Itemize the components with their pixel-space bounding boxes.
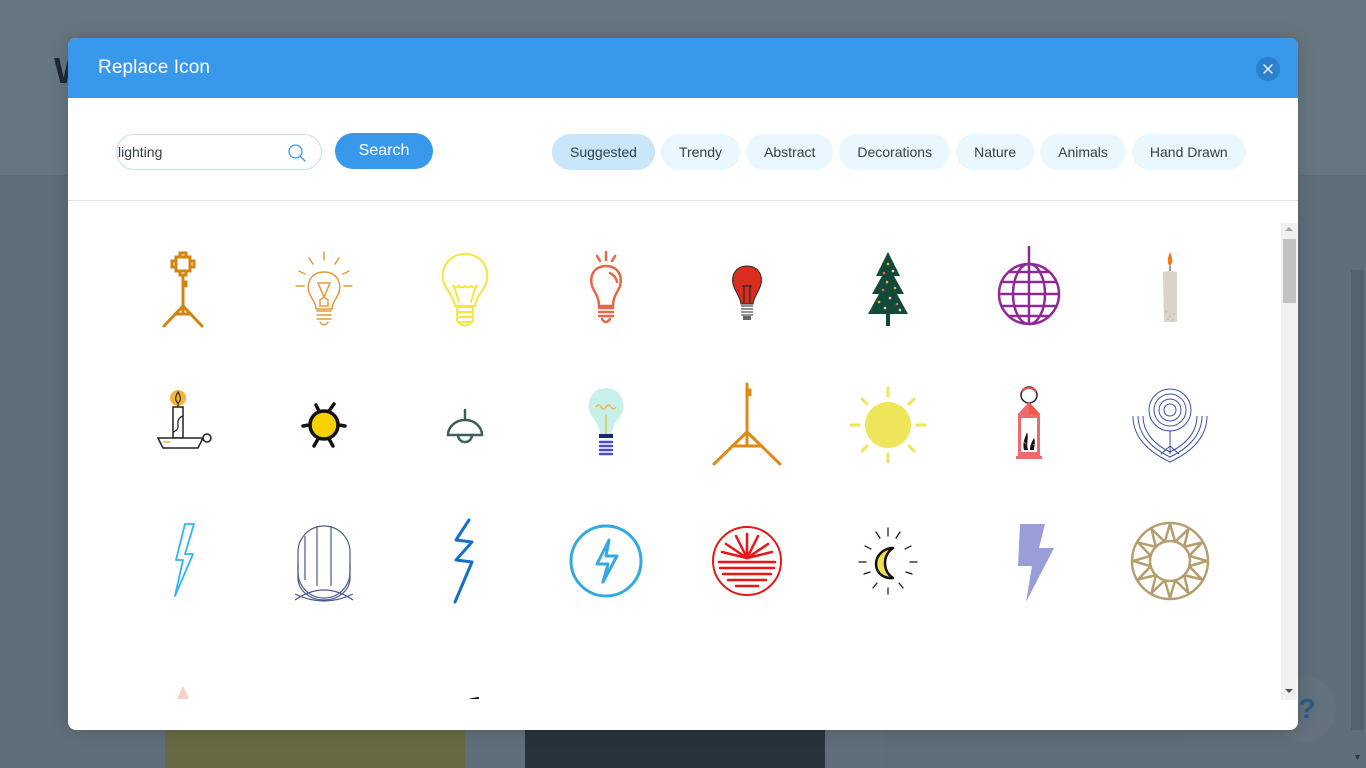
icon-option[interactable] (817, 357, 958, 493)
icon-option[interactable] (394, 629, 535, 699)
category-hand-drawn[interactable]: Hand Drawn (1131, 134, 1246, 170)
christmas-tree-icon (867, 252, 908, 326)
dialog-header: Replace Icon (68, 38, 1298, 98)
icon-option[interactable] (535, 629, 676, 699)
icon-option[interactable] (958, 221, 1099, 357)
spotlight-icon (984, 652, 1074, 699)
two-candles-icon (702, 652, 792, 699)
category-animals[interactable]: Animals (1040, 134, 1126, 170)
geometric-sun-icon (1130, 521, 1209, 601)
outline-lightning-bolt-icon (173, 523, 195, 597)
icon-option[interactable] (394, 493, 535, 629)
category-filters: Suggested Trendy Abstract Decorations Na… (552, 134, 1246, 170)
orange-sunrise-icon (561, 652, 651, 699)
icon-grid (112, 221, 1236, 699)
studio-light-stand-icon (162, 251, 203, 328)
icon-option[interactable] (676, 357, 817, 493)
category-abstract[interactable]: Abstract (746, 134, 834, 170)
light-bulb-rays-icon (294, 251, 353, 326)
close-button[interactable] (1256, 57, 1280, 81)
red-light-bulb-icon (731, 265, 762, 320)
search-toolbar: Search Suggested Trendy Abstract Decorat… (68, 98, 1298, 201)
icon-option[interactable] (817, 221, 958, 357)
search-input[interactable] (118, 135, 278, 169)
icon-option[interactable] (394, 221, 535, 357)
replace-icon-dialog: Replace Icon Search Suggested Trendy Abs… (68, 38, 1298, 730)
coral-light-bulb-icon (589, 250, 622, 324)
icon-option[interactable] (817, 629, 958, 699)
pendant-lamp-icon (446, 408, 483, 444)
line-art-emblem-icon (1132, 388, 1207, 463)
icon-option[interactable] (1099, 629, 1236, 699)
edison-bulb-icon (588, 388, 623, 456)
icon-option[interactable] (1099, 357, 1236, 493)
sketched-moon-icon (857, 527, 918, 595)
icon-option[interactable] (535, 357, 676, 493)
icon-option[interactable] (958, 629, 1099, 699)
circle-lightning-icon (569, 524, 642, 598)
icon-option[interactable] (112, 357, 253, 493)
icon-option[interactable] (112, 493, 253, 629)
icon-option[interactable] (1099, 221, 1236, 357)
lantern-icon (1015, 386, 1042, 459)
rising-sun-lines-icon (1125, 652, 1215, 699)
yellow-light-bulb-icon (441, 252, 488, 327)
icon-option[interactable] (817, 493, 958, 629)
icon-results (68, 201, 1298, 730)
category-decorations[interactable]: Decorations (839, 134, 951, 170)
icon-option[interactable] (253, 629, 394, 699)
line-arch-icon (294, 525, 353, 602)
category-suggested[interactable]: Suggested (552, 134, 655, 170)
background-scrollbar (1351, 270, 1364, 730)
zigzag-lightning-icon (453, 518, 473, 604)
icon-option[interactable] (676, 493, 817, 629)
scroll-up-arrow-icon[interactable] (1285, 227, 1293, 231)
icon-option[interactable] (676, 629, 817, 699)
icon-option[interactable] (535, 221, 676, 357)
dialog-title: Replace Icon (98, 57, 211, 78)
sunset-circle-icon (711, 526, 782, 596)
results-scrollbar[interactable] (1281, 223, 1297, 700)
icon-option[interactable] (253, 493, 394, 629)
icon-option[interactable] (112, 221, 253, 357)
candle-icon (1162, 252, 1177, 322)
category-nature[interactable]: Nature (956, 134, 1035, 170)
icon-option[interactable] (535, 493, 676, 629)
icon-option[interactable] (958, 357, 1099, 493)
chevron-down-icon: ▼ (1353, 752, 1362, 762)
icon-option[interactable] (394, 357, 535, 493)
sun-icon (849, 386, 926, 464)
icon-option[interactable] (253, 221, 394, 357)
scroll-down-arrow-icon[interactable] (1285, 689, 1293, 693)
disco-ball-icon (997, 246, 1060, 326)
scrollbar-thumb[interactable] (1283, 239, 1296, 303)
purple-lightning-icon (1017, 524, 1054, 602)
search-button[interactable]: Search (335, 133, 433, 169)
icon-option[interactable] (676, 221, 817, 357)
boho-sun-icon (176, 686, 189, 699)
category-trendy[interactable]: Trendy (660, 134, 741, 170)
hand-drawn-sun-icon (300, 402, 347, 448)
icon-option[interactable] (253, 357, 394, 493)
icon-option[interactable] (1099, 493, 1236, 629)
light-stand-icon (712, 382, 781, 466)
search-field[interactable] (116, 134, 322, 170)
icon-option[interactable] (112, 629, 253, 699)
desk-lamp-icon (843, 652, 933, 699)
candle-holder-icon (156, 390, 212, 449)
pink-lightning-sparkle-icon (467, 697, 479, 699)
close-icon (1263, 64, 1273, 74)
sunburst-lines-icon (279, 652, 369, 699)
icon-option[interactable] (958, 493, 1099, 629)
search-icon[interactable] (287, 143, 307, 163)
